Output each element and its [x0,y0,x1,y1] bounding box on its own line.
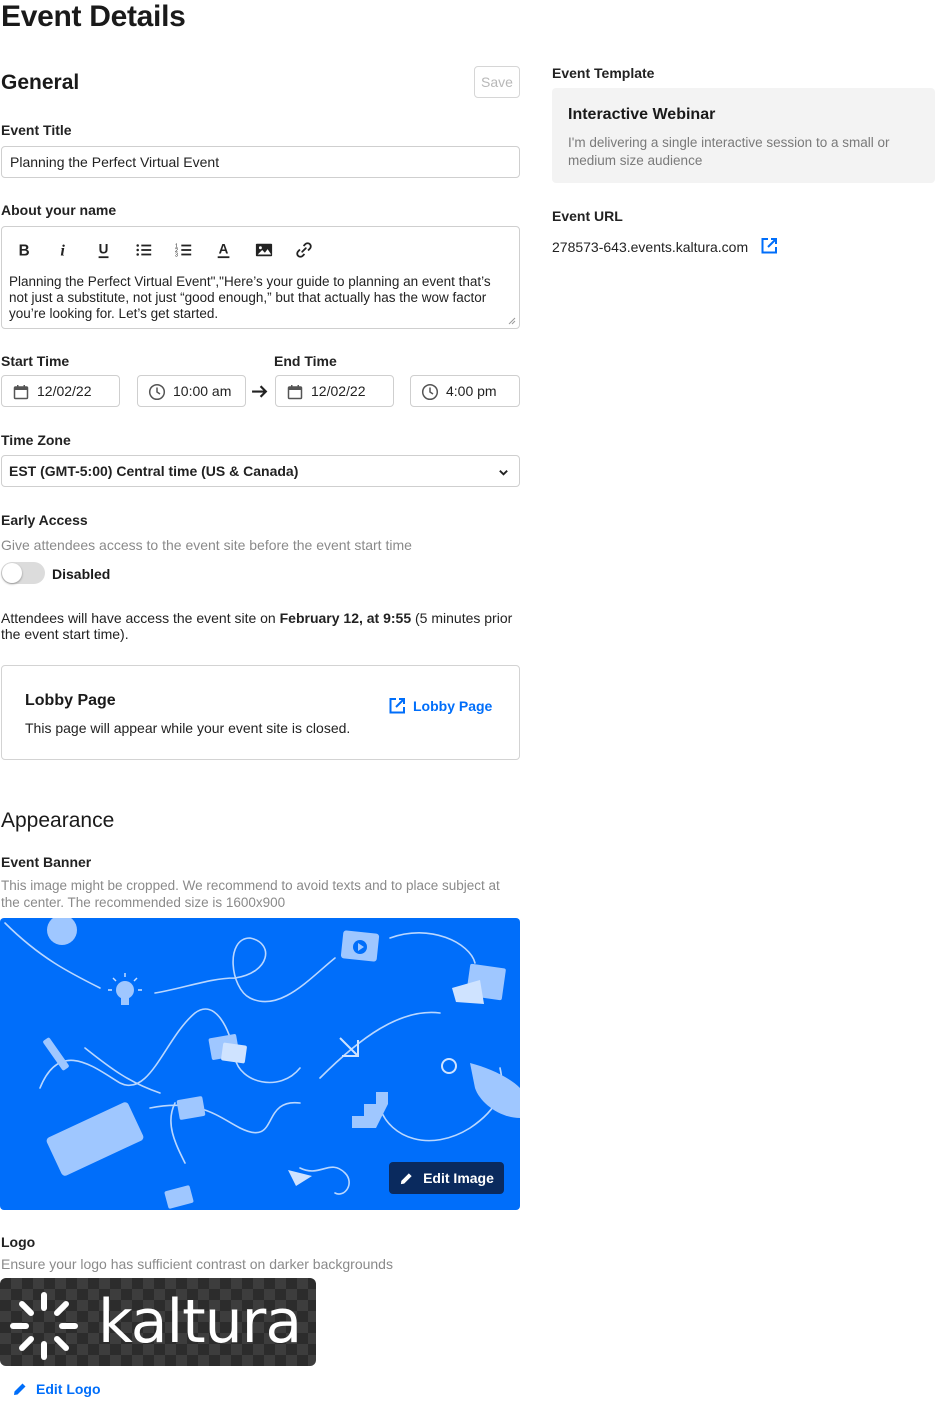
event-template-label: Event Template [552,65,655,81]
event-title-value: Planning the Perfect Virtual Event [10,154,220,170]
logo-label: Logo [1,1234,36,1250]
svg-text:3: 3 [175,252,178,258]
event-title-input[interactable]: Planning the Perfect Virtual Event [1,146,520,178]
text-color-button[interactable]: A [210,236,238,264]
lobby-page-card: Lobby Page This page will appear while y… [1,665,520,760]
end-time-value: 4:00 pm [446,383,497,399]
svg-text:i: i [60,241,65,259]
external-link-icon[interactable] [760,237,778,255]
template-description: I'm delivering a single interactive sess… [568,135,890,168]
logo-wordmark: kaltura [98,1287,302,1357]
calendar-icon [13,385,29,400]
bullet-list-icon [136,244,152,256]
start-time-value: 10:00 am [173,383,232,399]
svg-text:A: A [219,242,229,257]
logo-help: Ensure your logo has sufficient contrast… [1,1256,393,1272]
start-date-input[interactable]: 12/02/22 [1,375,120,407]
template-name: Interactive Webinar [568,106,716,123]
timezone-label: Time Zone [1,432,71,448]
start-date-value: 12/02/22 [37,383,92,399]
lobby-page-title: Lobby Page [25,692,116,709]
chevron-down-icon [499,470,508,476]
underline-button[interactable]: U [90,236,118,264]
appearance-heading: Appearance [1,809,115,832]
insert-image-button[interactable] [250,236,278,264]
arrow-right-icon [252,385,268,398]
edit-logo-link[interactable]: Edit Logo [12,1381,101,1397]
edit-image-button[interactable]: Edit Image [389,1162,504,1194]
event-url-value: 278573-643.events.kaltura.com [552,239,749,255]
start-time-input[interactable]: 10:00 am [137,375,246,407]
event-url-label: Event URL [552,208,623,224]
event-banner-label: Event Banner [1,854,92,870]
timezone-value: EST (GMT-5:00) Central time (US & Canada… [9,463,299,479]
clock-icon [148,383,166,401]
edit-logo-label: Edit Logo [36,1381,101,1397]
start-time-label: Start Time [1,353,70,369]
pencil-icon [14,1383,26,1395]
numbered-list-button[interactable]: 123 [170,236,198,264]
about-editor[interactable]: B i U 123 A Planning the Perfect Virtual… [1,226,520,329]
calendar-icon [287,385,303,400]
numbered-list-icon: 123 [175,243,192,258]
end-date-input[interactable]: 12/02/22 [275,375,394,407]
lobby-page-description: This page will appear while your event s… [25,720,351,736]
lobby-page-link-label: Lobby Page [413,698,493,714]
early-access-label: Early Access [1,512,88,528]
text-color-icon: A [217,242,230,259]
end-date-value: 12/02/22 [311,383,366,399]
early-access-toggle[interactable] [1,562,45,584]
italic-icon: i [60,241,65,259]
clock-icon [421,383,439,401]
event-template-card[interactable]: Interactive Webinar I'm delivering a sin… [552,88,935,183]
early-access-help: Give attendees access to the event site … [1,537,412,553]
bold-button[interactable]: B [10,236,38,264]
note-date: February 12, at 9:55 [279,610,412,626]
about-label: About your name [1,202,117,218]
note-prefix: Attendees will have access the event sit… [1,610,280,626]
bullet-list-button[interactable] [130,236,158,264]
about-text: Planning the Perfect Virtual Event","Her… [9,274,491,321]
pencil-icon [400,1172,412,1184]
event-banner-help: This image might be cropped. We recommen… [1,878,500,910]
resize-handle-icon[interactable] [508,317,516,325]
bold-icon: B [19,242,30,259]
event-title-label: Event Title [1,122,72,138]
external-link-icon [389,698,405,714]
toggle-knob [2,563,22,583]
logo-preview: kaltura [0,1278,316,1366]
end-time-label: End Time [274,353,337,369]
italic-button[interactable]: i [50,236,78,264]
timezone-select[interactable]: EST (GMT-5:00) Central time (US & Canada… [1,455,520,487]
insert-link-button[interactable] [290,236,318,264]
edit-image-label: Edit Image [423,1170,494,1186]
end-time-input[interactable]: 4:00 pm [410,375,520,407]
lobby-page-link[interactable]: Lobby Page [388,697,492,715]
svg-text:U: U [99,242,109,257]
general-heading: General [1,71,80,94]
page-title: Event Details [1,0,186,33]
link-icon [296,242,312,258]
image-icon [255,243,273,257]
save-button[interactable]: Save [474,66,520,98]
early-access-note: Attendees will have access the event sit… [1,610,526,642]
event-banner-image: Edit Image [0,918,520,1210]
svg-text:B: B [19,242,30,259]
underline-icon: U [98,242,109,259]
toggle-state-label: Disabled [52,566,111,582]
kaltura-star-icon [10,1292,78,1360]
